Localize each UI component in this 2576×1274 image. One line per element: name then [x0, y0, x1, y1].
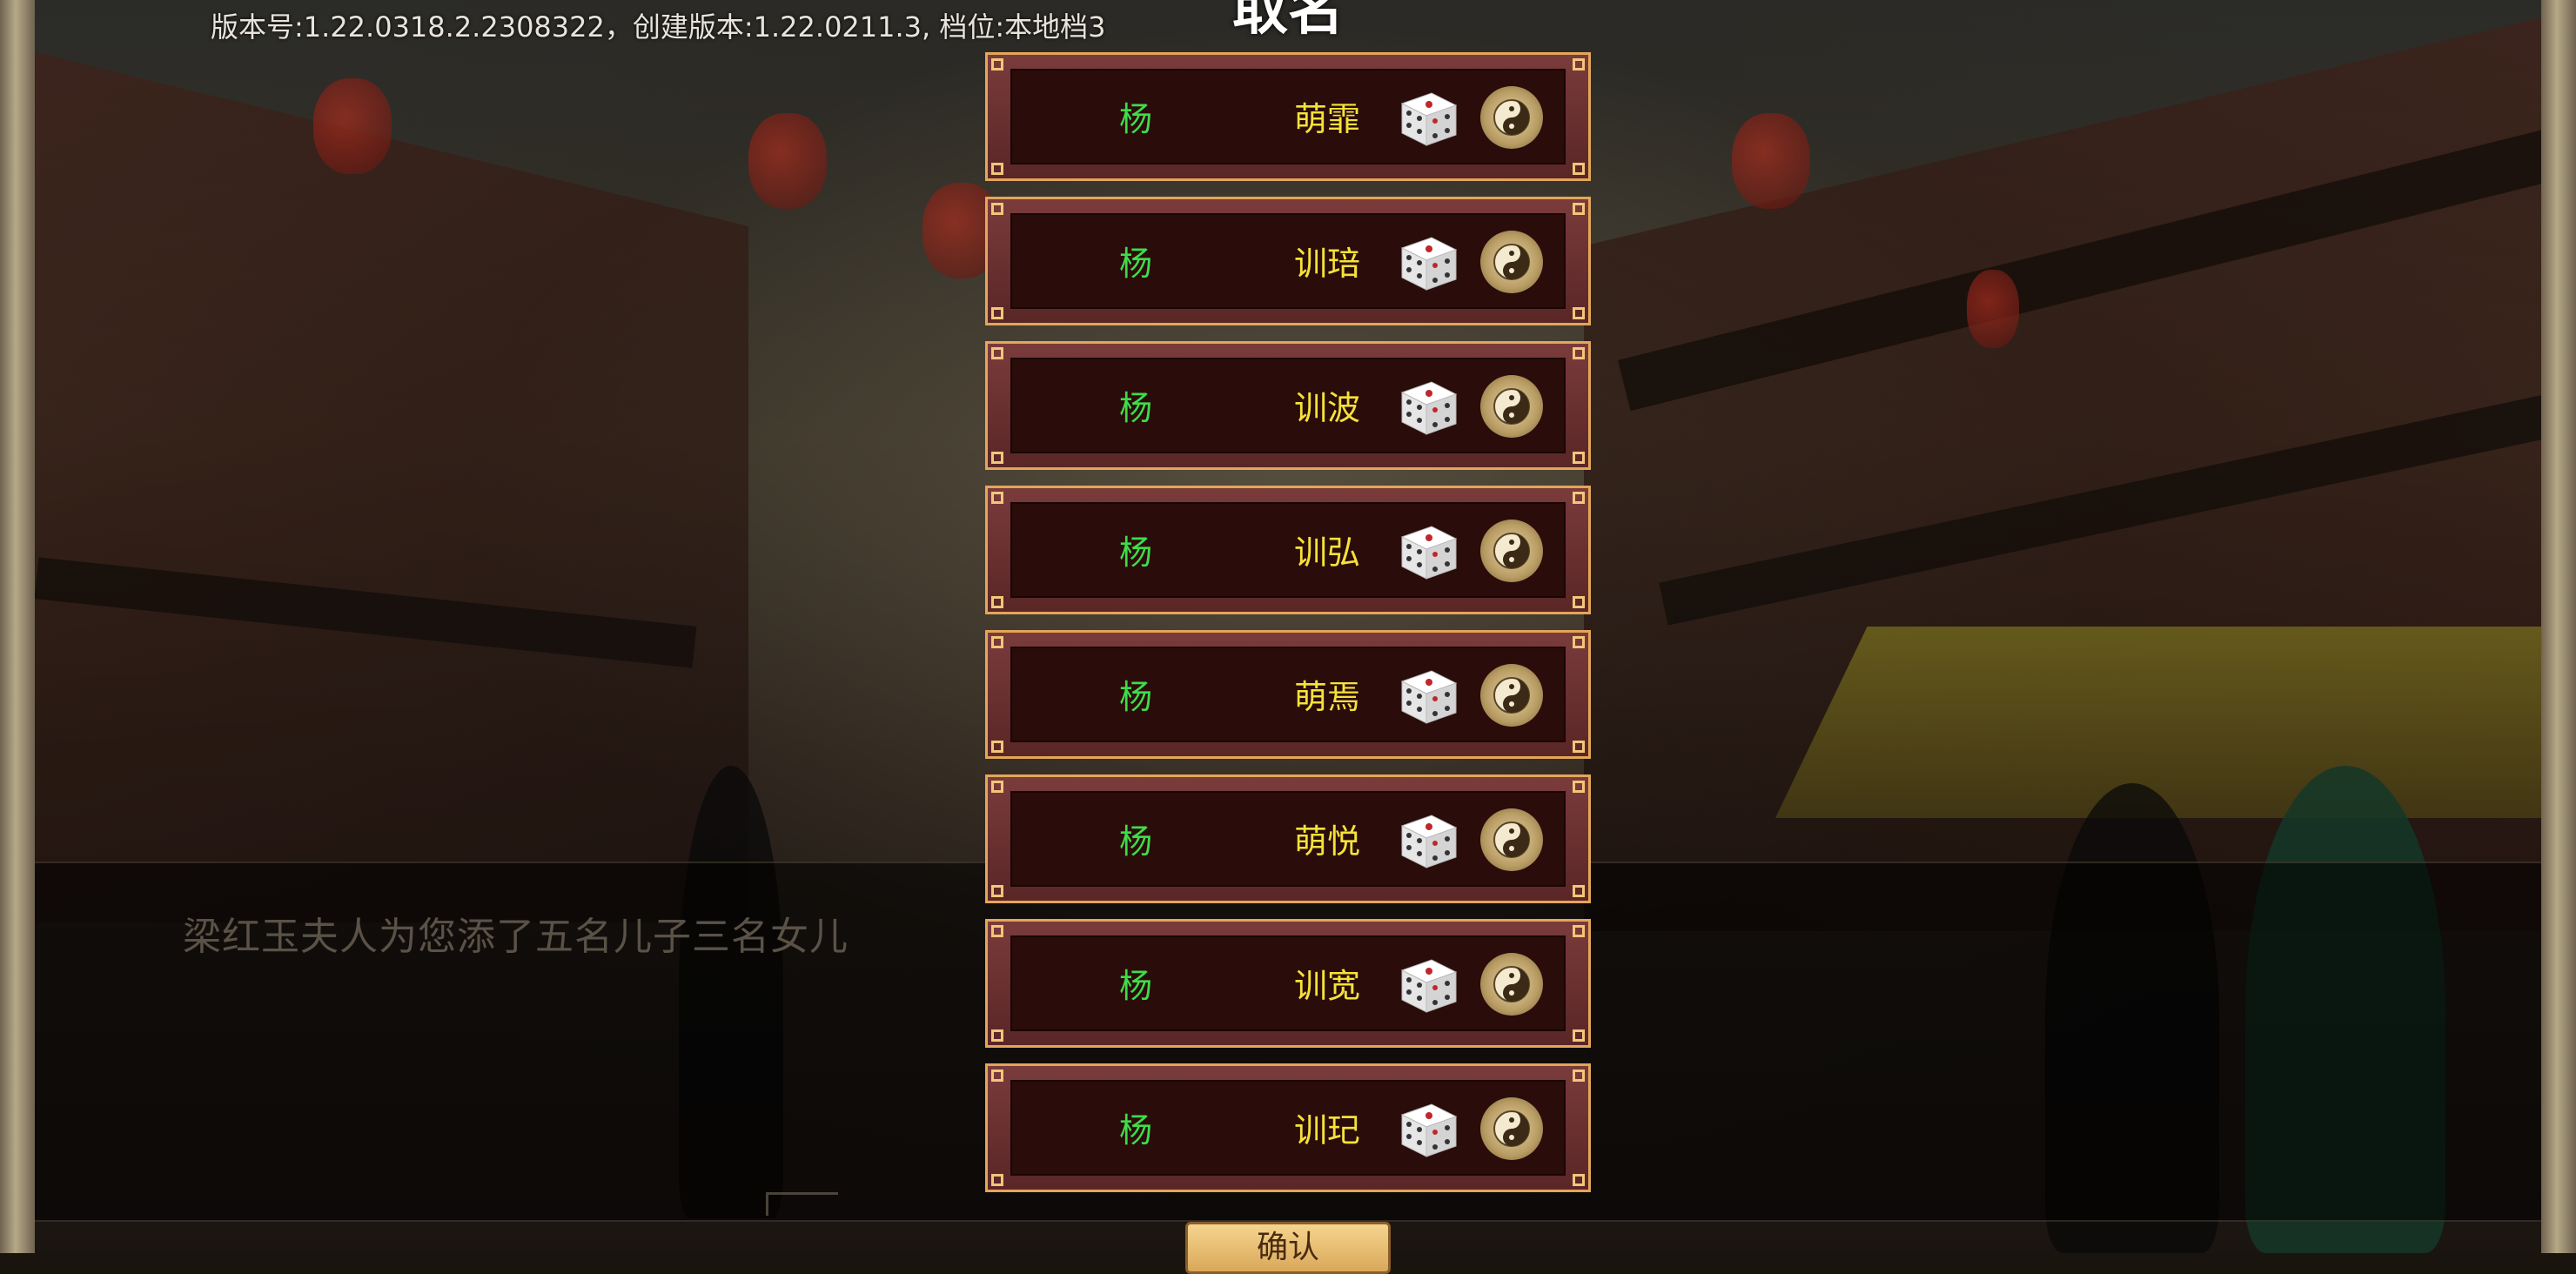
yinyang-icon[interactable]: [1480, 231, 1543, 293]
corner-ornament: [1573, 741, 1585, 753]
corner-ornament: [991, 885, 1003, 897]
name-row: 杨 萌焉: [985, 630, 1591, 759]
name-row: 杨 训琣: [985, 197, 1591, 325]
corner-ornament: [991, 452, 1003, 464]
corner-ornament: [1573, 307, 1585, 319]
corner-ornament: [991, 203, 1003, 215]
dice-icon[interactable]: [1397, 808, 1459, 871]
yinyang-icon[interactable]: [1480, 86, 1543, 149]
lantern: [748, 113, 827, 209]
corner-ornament: [1573, 452, 1585, 464]
dice-icon[interactable]: [1397, 231, 1459, 293]
corner-ornament: [991, 307, 1003, 319]
given-name-input[interactable]: 训波: [1249, 344, 1405, 473]
corner-ornament: [1573, 347, 1585, 359]
dialogue-scroll-indicator: [766, 1192, 838, 1216]
dice-icon[interactable]: [1397, 520, 1459, 582]
corner-ornament: [1573, 58, 1585, 70]
dice-icon[interactable]: [1397, 375, 1459, 438]
name-row: 杨 训弘: [985, 486, 1591, 614]
market-awning: [1775, 627, 2541, 818]
corner-ornament: [1573, 1069, 1585, 1082]
corner-ornament: [991, 1174, 1003, 1186]
lantern: [1967, 270, 2019, 348]
corner-ornament: [991, 1069, 1003, 1082]
corner-ornament: [1573, 1029, 1585, 1042]
lantern: [1732, 113, 1810, 209]
corner-ornament: [991, 492, 1003, 504]
surname-label: 杨: [1118, 533, 1152, 572]
corner-ornament: [1573, 203, 1585, 215]
version-info: 版本号:1.22.0318.2.2308322，创建版本:1.22.0211.3…: [211, 10, 1106, 44]
given-name-input[interactable]: 训琣: [1249, 199, 1405, 328]
given-name-input[interactable]: 萌霏: [1249, 55, 1405, 184]
given-name-input[interactable]: 训宽: [1249, 922, 1405, 1050]
corner-ornament: [1573, 636, 1585, 648]
dialogue-text: 梁红玉夫人为您添了五名儿子三名女儿: [183, 915, 849, 959]
corner-ornament: [991, 636, 1003, 648]
lantern: [313, 78, 392, 174]
frame-left-border: [0, 0, 35, 1253]
corner-ornament: [991, 781, 1003, 793]
corner-ornament: [991, 58, 1003, 70]
corner-ornament: [1573, 781, 1585, 793]
naming-title: 取名: [1232, 0, 1344, 43]
name-row: 杨 训玘: [985, 1063, 1591, 1192]
dice-icon[interactable]: [1397, 86, 1459, 149]
given-name-input[interactable]: 训玘: [1249, 1066, 1405, 1195]
surname-label: 杨: [1118, 822, 1152, 861]
given-name-input[interactable]: 萌焉: [1249, 633, 1405, 761]
surname-label: 杨: [1118, 1111, 1152, 1150]
yinyang-icon[interactable]: [1480, 520, 1543, 582]
given-name-input[interactable]: 训弘: [1249, 488, 1405, 617]
yinyang-icon[interactable]: [1480, 664, 1543, 727]
surname-label: 杨: [1118, 389, 1152, 427]
yinyang-icon[interactable]: [1480, 375, 1543, 438]
yinyang-icon[interactable]: [1480, 1097, 1543, 1160]
corner-ornament: [1573, 885, 1585, 897]
corner-ornament: [991, 1029, 1003, 1042]
dice-icon[interactable]: [1397, 664, 1459, 727]
confirm-button[interactable]: 确认: [1185, 1222, 1391, 1274]
surname-label: 杨: [1118, 678, 1152, 716]
name-row: 杨 训宽: [985, 919, 1591, 1048]
corner-ornament: [1573, 492, 1585, 504]
corner-ornament: [991, 163, 1003, 175]
yinyang-icon[interactable]: [1480, 808, 1543, 871]
corner-ornament: [1573, 163, 1585, 175]
corner-ornament: [991, 741, 1003, 753]
name-list: 杨 萌霏 杨 训琣 杨 训波 杨 训弘 杨 萌焉 杨 萌悦 杨 训宽 杨 训玘: [985, 52, 1591, 1208]
name-row: 杨 萌霏: [985, 52, 1591, 181]
name-row: 杨 训波: [985, 341, 1591, 470]
left-building: [35, 52, 748, 922]
dice-icon[interactable]: [1397, 1097, 1459, 1160]
surname-label: 杨: [1118, 100, 1152, 138]
frame-right-border: [2541, 0, 2576, 1253]
yinyang-icon[interactable]: [1480, 953, 1543, 1016]
dice-icon[interactable]: [1397, 953, 1459, 1016]
name-row: 杨 萌悦: [985, 774, 1591, 903]
corner-ornament: [1573, 1174, 1585, 1186]
surname-label: 杨: [1118, 245, 1152, 283]
given-name-input[interactable]: 萌悦: [1249, 777, 1405, 906]
corner-ornament: [1573, 596, 1585, 608]
corner-ornament: [1573, 925, 1585, 937]
corner-ornament: [991, 596, 1003, 608]
corner-ornament: [991, 347, 1003, 359]
surname-label: 杨: [1118, 967, 1152, 1005]
corner-ornament: [991, 925, 1003, 937]
